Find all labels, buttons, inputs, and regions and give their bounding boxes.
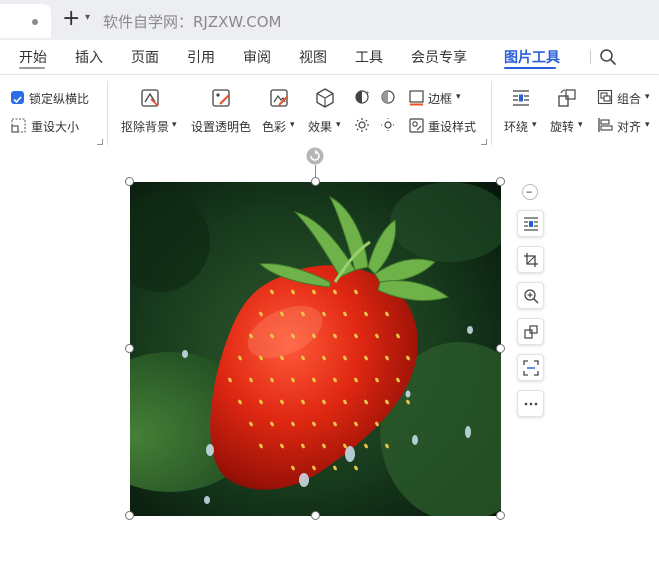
- resize-handle-right[interactable]: [496, 344, 505, 353]
- group-button[interactable]: 组合: [617, 90, 641, 107]
- resize-handle-bottom-left[interactable]: [125, 511, 134, 520]
- crop-icon: [524, 253, 538, 267]
- document-tab[interactable]: [0, 4, 51, 38]
- menu-view[interactable]: 视图: [299, 47, 327, 67]
- menu-review[interactable]: 审阅: [243, 47, 271, 67]
- more-icon: [524, 402, 538, 406]
- remove-background-icon[interactable]: [139, 87, 161, 109]
- wrap-layout-button[interactable]: [517, 210, 544, 237]
- minus-icon: [526, 191, 532, 193]
- menu-member[interactable]: 会员专享: [411, 47, 467, 67]
- svg-text:+: +: [365, 90, 370, 97]
- menu-page[interactable]: 页面: [131, 47, 159, 67]
- zoom-in-icon: [524, 289, 539, 304]
- decrease-contrast-icon[interactable]: [380, 89, 396, 105]
- rotate-button[interactable]: 旋转: [550, 118, 574, 135]
- effects-button[interactable]: 效果: [308, 118, 332, 135]
- menu-references[interactable]: 引用: [187, 47, 215, 67]
- increase-contrast-icon[interactable]: +: [354, 89, 370, 105]
- group-expand-icon[interactable]: [97, 139, 103, 145]
- reset-style-button[interactable]: 重设样式: [428, 118, 476, 135]
- resize-handle-bottom-right[interactable]: [496, 511, 505, 520]
- reset-style-icon[interactable]: [408, 117, 425, 134]
- border-button[interactable]: 边框: [428, 90, 452, 107]
- chevron-down-icon[interactable]: ▾: [85, 12, 90, 23]
- search-icon[interactable]: [599, 48, 617, 66]
- group-expand-icon[interactable]: [481, 139, 487, 145]
- ribbon-divider: [491, 81, 492, 145]
- wrap-text-icon[interactable]: [510, 87, 532, 109]
- color-icon[interactable]: [268, 87, 290, 109]
- strawberry-image[interactable]: [130, 182, 501, 516]
- lock-ratio-checkbox[interactable]: [11, 91, 24, 104]
- increase-brightness-icon[interactable]: [354, 117, 370, 133]
- reset-size-label[interactable]: 重设大小: [31, 118, 79, 135]
- align-button[interactable]: 对齐: [617, 118, 641, 135]
- chevron-down-icon[interactable]: ▾: [456, 92, 461, 102]
- wrap-layout-icon: [524, 217, 538, 231]
- collapse-toolbar-button[interactable]: [522, 184, 538, 200]
- effects-icon[interactable]: [314, 87, 336, 109]
- chevron-down-icon[interactable]: ▾: [578, 120, 583, 130]
- tab-status-dot: [32, 19, 38, 25]
- menu-bar: 开始 插入 页面 引用 审阅 视图 工具 会员专享 图片工具: [0, 40, 659, 72]
- chevron-down-icon[interactable]: ▾: [532, 120, 537, 130]
- strawberry-photo-graphic: [130, 182, 501, 516]
- set-transparent-icon[interactable]: [210, 87, 232, 109]
- resize-handle-bottom[interactable]: [311, 511, 320, 520]
- remove-background-button[interactable]: 抠除背景: [121, 118, 169, 135]
- checkmark-icon: [13, 96, 22, 104]
- scan-button[interactable]: [517, 354, 544, 381]
- menu-tools[interactable]: 工具: [355, 47, 383, 67]
- group-icon[interactable]: [597, 89, 613, 105]
- chevron-down-icon[interactable]: ▾: [290, 120, 295, 130]
- menu-insert[interactable]: 插入: [75, 47, 103, 67]
- reset-size-icon[interactable]: [10, 117, 27, 134]
- chevron-down-icon[interactable]: ▾: [645, 120, 650, 130]
- tab-bar: + ▾ 软件自学网：RJZXW.COM: [0, 0, 659, 40]
- align-icon[interactable]: [597, 117, 613, 133]
- chevron-down-icon[interactable]: ▾: [172, 120, 177, 130]
- resize-handle-top-right[interactable]: [496, 177, 505, 186]
- more-button[interactable]: [517, 390, 544, 417]
- watermark-text: 软件自学网：RJZXW.COM: [103, 13, 282, 31]
- lock-ratio-label[interactable]: 锁定纵横比: [29, 90, 89, 107]
- menu-divider: [590, 50, 591, 64]
- chevron-down-icon[interactable]: ▾: [645, 92, 650, 102]
- ribbon: 锁定纵横比 重设大小 抠除背景 ▾ 设置透明色 色彩 ▾ 效果 ▾ + 边框 ▾…: [0, 74, 659, 152]
- decrease-brightness-icon[interactable]: [380, 117, 396, 133]
- resize-handle-top-left[interactable]: [125, 177, 134, 186]
- border-icon[interactable]: [408, 89, 425, 106]
- menu-home-indicator: [19, 67, 45, 69]
- new-tab-button[interactable]: +: [62, 8, 80, 30]
- resize-handle-top[interactable]: [311, 177, 320, 186]
- menu-picture-tools[interactable]: 图片工具: [504, 47, 560, 67]
- color-button[interactable]: 色彩: [262, 118, 286, 135]
- wrap-button[interactable]: 环绕: [504, 118, 528, 135]
- active-tab-indicator: [504, 67, 556, 69]
- resize-handle-left[interactable]: [125, 344, 134, 353]
- scan-icon: [523, 360, 539, 376]
- menu-home[interactable]: 开始: [19, 47, 47, 67]
- crop-button[interactable]: [517, 246, 544, 273]
- rotate-icon[interactable]: [556, 87, 578, 109]
- ribbon-divider: [107, 81, 108, 145]
- rotate-copy-button[interactable]: [517, 318, 544, 345]
- zoom-button[interactable]: [517, 282, 544, 309]
- rotate-copy-icon: [524, 325, 538, 339]
- rotate-handle-icon[interactable]: [306, 147, 324, 165]
- set-transparent-button[interactable]: 设置透明色: [191, 118, 251, 135]
- chevron-down-icon[interactable]: ▾: [336, 120, 341, 130]
